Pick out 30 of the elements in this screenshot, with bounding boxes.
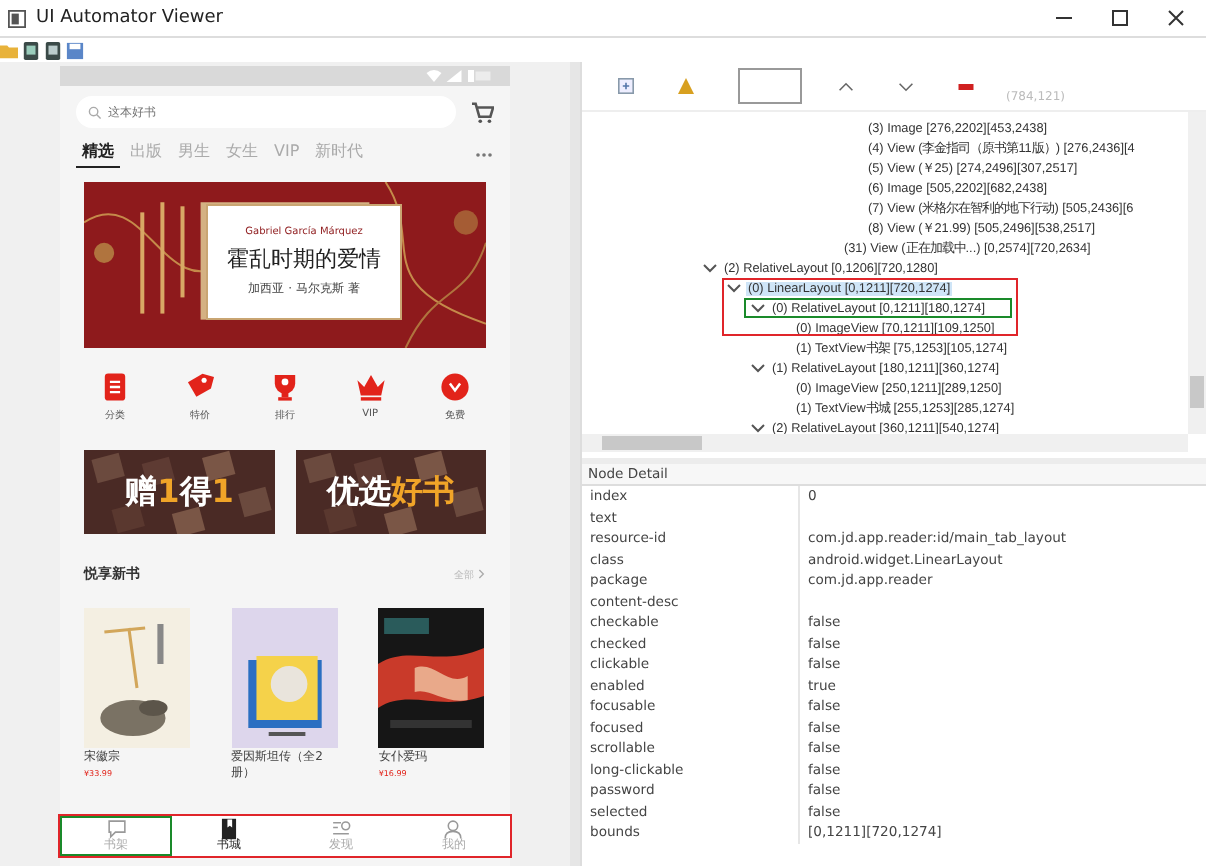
wifi-icon: [426, 70, 442, 82]
maximize-icon[interactable]: [1110, 8, 1130, 28]
chat-icon: [105, 818, 128, 840]
person-icon: [442, 818, 465, 840]
search-icon: [88, 105, 102, 119]
crown-icon: [353, 370, 388, 404]
caret-icon[interactable]: [750, 300, 766, 316]
scrollbar[interactable]: [582, 434, 1188, 452]
category-tab[interactable]: 精选: [76, 140, 120, 168]
up-icon[interactable]: [838, 81, 854, 91]
book-title: 霍乱时期的爱情: [227, 244, 381, 274]
cart-icon[interactable]: [472, 101, 494, 123]
app-icon: [8, 9, 26, 27]
battery-icon: [466, 70, 494, 82]
input-field[interactable]: [738, 68, 802, 104]
scrollbar[interactable]: [1188, 112, 1206, 434]
gift-icon: [438, 370, 473, 404]
more-icon[interactable]: [474, 151, 494, 157]
signal-icon: [446, 70, 462, 82]
caret-icon[interactable]: [750, 360, 766, 376]
down-icon[interactable]: [898, 81, 914, 91]
caret-icon[interactable]: [726, 280, 742, 296]
close-icon[interactable]: [1166, 8, 1186, 28]
expand-icon[interactable]: [618, 78, 634, 94]
minus-icon[interactable]: [958, 83, 974, 89]
save-icon[interactable]: [66, 41, 84, 59]
search-icon: [330, 818, 353, 840]
caret-icon[interactable]: [702, 260, 718, 276]
caret-icon[interactable]: [750, 420, 766, 434]
window-title: UI Automator Viewer: [36, 8, 223, 28]
